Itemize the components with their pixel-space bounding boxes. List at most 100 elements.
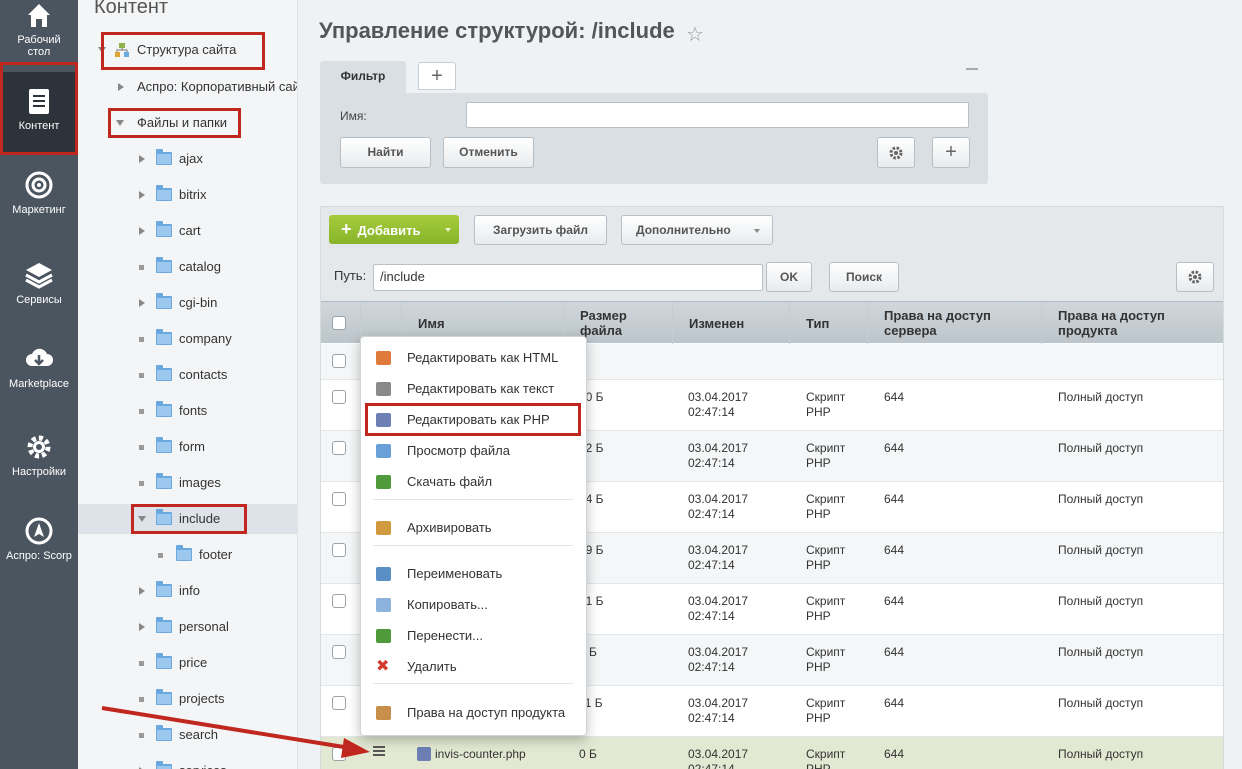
folder-icon [156,149,172,165]
tree-folder-cgi-bin[interactable]: cgi-bin [78,288,297,318]
tree-label: Аспро: Корпоративный сайт [137,79,298,94]
tree-folder-company[interactable]: company [78,324,297,354]
tree-label: projects [179,691,225,706]
cancel-button[interactable]: Отменить [443,137,534,168]
tree-folder-catalog[interactable]: catalog [78,252,297,282]
menu-item[interactable]: Редактировать как PHP [361,405,586,435]
expand-arrow-icon[interactable] [139,227,145,235]
menu-item[interactable]: Архивировать [361,513,586,543]
tree-folder-include[interactable]: include [78,504,297,534]
tree-folder-services[interactable]: services [78,756,297,769]
tree-folder-bitrix[interactable]: bitrix [78,180,297,210]
tree-folder-info[interactable]: info [78,576,297,606]
gear-icon [1188,270,1202,284]
expand-arrow-icon[interactable] [139,623,145,631]
expand-arrow-icon[interactable] [118,83,124,91]
filter-name-input[interactable] [466,102,969,128]
collapse-arrow-icon[interactable] [138,516,146,522]
tree-folder-form[interactable]: form [78,432,297,462]
more-button[interactable]: Дополнительно [621,215,773,245]
menu-item[interactable]: Просмотр файла [361,436,586,466]
tree-site[interactable]: Аспро: Корпоративный сайт [78,72,298,102]
expand-arrow-icon[interactable] [139,299,145,307]
tree-folder-cart[interactable]: cart [78,216,297,246]
row-checkbox[interactable] [332,696,346,710]
row-checkbox[interactable] [332,594,346,608]
menu-item[interactable]: Права на доступ продукта [361,698,586,728]
select-all-checkbox[interactable] [332,316,346,330]
row-checkbox[interactable] [332,747,346,761]
table-row[interactable]: invis-counter.php 0 Б 03.04.2017 02:47:14 Ск… [321,737,1223,769]
row-menu-icon[interactable] [373,746,385,756]
row-checkbox[interactable] [332,492,346,506]
tree-folder-images[interactable]: images [78,468,297,498]
tree-folder-contacts[interactable]: contacts [78,360,297,390]
upload-button[interactable]: Загрузить файл [474,215,607,245]
menu-item[interactable]: Перенести... [361,621,586,651]
menu-item[interactable]: Копировать... [361,590,586,620]
tree-site-structure[interactable]: Структура сайта [78,35,297,65]
ok-button[interactable]: OK [766,262,812,292]
col-product-rights[interactable]: Права на доступ продукта [1041,302,1223,344]
folder-icon [176,545,192,561]
tree-folder-projects[interactable]: projects [78,684,297,714]
star-icon[interactable]: ☆ [686,22,704,47]
nav-marketing[interactable]: Маркетинг [0,170,78,230]
grid-settings-button[interactable] [1176,262,1214,292]
row-checkbox[interactable] [332,645,346,659]
expand-arrow-icon[interactable] [139,587,145,595]
nav-marketplace[interactable]: Marketplace [0,344,78,404]
nav-aspro-scorp[interactable]: Аспро: Scorp [0,516,78,576]
menu-item[interactable]: Переименовать [361,559,586,589]
tab-filter[interactable]: Фильтр [320,61,406,93]
add-button[interactable]: + Добавить [329,215,459,244]
tree-folder-search[interactable]: search [78,720,297,750]
cell-type: Скрипт [806,645,846,659]
filter-settings-button[interactable] [877,137,915,168]
cell-time: 02:47:14 [688,711,735,725]
menu-item-label: Перенести... [407,628,483,643]
nav-desktop[interactable]: Рабочий стол [0,0,78,62]
tree-folder-personal[interactable]: personal [78,612,297,642]
search-button[interactable]: Поиск [829,262,899,292]
layers-icon [25,263,53,289]
row-checkbox[interactable] [332,390,346,404]
nav-content[interactable]: Контент [0,72,78,152]
cell-server-rights: 644 [884,492,905,506]
tree-label: services [179,756,227,769]
minimize-icon[interactable] [966,68,978,70]
collapse-arrow-icon[interactable] [98,47,106,53]
cell-type-2: PHP [806,660,831,674]
cell-size: 0 Б [579,747,597,761]
menu-item[interactable]: ✖ Удалить [361,652,586,682]
expand-arrow-icon[interactable] [139,191,145,199]
tree-folder-fonts[interactable]: fonts [78,396,297,426]
tree-folder-ajax[interactable]: ajax [78,144,297,174]
row-checkbox[interactable] [332,354,346,368]
nav-settings[interactable]: Настройки [0,432,78,492]
row-checkbox[interactable] [332,543,346,557]
add-filter-tab-button[interactable]: + [418,62,456,90]
tree-files[interactable]: Файлы и папки [78,108,297,138]
menu-item[interactable]: Редактировать как HTML [361,343,586,373]
path-input[interactable]: /include [373,264,763,291]
find-button[interactable]: Найти [340,137,431,168]
col-type[interactable]: Тип [789,302,867,344]
filter-add-button[interactable]: + [932,137,970,168]
menu-item[interactable]: Скачать файл [361,467,586,497]
col-modified[interactable]: Изменен [672,302,789,344]
expand-arrow-icon[interactable] [139,155,145,163]
nav-services[interactable]: Сервисы [0,260,78,320]
document-icon [29,89,49,114]
bullet-icon [139,733,144,738]
col-server-rights[interactable]: Права на доступ сервера [867,302,1041,344]
cell-name[interactable]: invis-counter.php [435,747,526,762]
tree-label: footer [199,547,233,562]
cell-time: 02:47:14 [688,405,735,419]
menu-item[interactable]: Редактировать как текст [361,374,586,404]
tree-folder-footer[interactable]: footer [78,540,297,570]
row-checkbox[interactable] [332,441,346,455]
collapse-arrow-icon[interactable] [116,120,124,126]
tree-folder-price[interactable]: price [78,648,297,678]
cell-time: 02:47:14 [688,558,735,572]
